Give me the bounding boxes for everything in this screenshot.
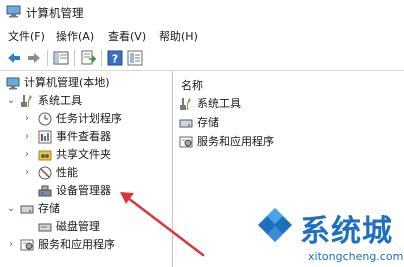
services-icon <box>20 239 34 251</box>
toolbar-separator <box>101 50 102 66</box>
chevron-right-icon[interactable]: › <box>6 236 16 254</box>
watermark-url: xitongcheng.com <box>308 250 404 263</box>
list-item-label: 服务和应用程序 <box>197 135 274 148</box>
title-bar: 计算机管理 <box>0 0 404 24</box>
watermark-text: 系统城 <box>300 214 393 249</box>
column-header-name[interactable]: 名称 <box>181 77 203 93</box>
chevron-right-icon[interactable]: › <box>22 164 32 182</box>
forward-arrow-icon[interactable] <box>26 50 42 66</box>
tree-item-label: 性能 <box>56 166 78 179</box>
menu-bar: 文件(F) 操作(A) 查看(V) 帮助(H) <box>0 24 404 46</box>
tree-item-services-and-applications[interactable]: › 服务和应用程序 <box>4 236 168 254</box>
computer-management-icon <box>6 5 21 18</box>
watermark-logo-icon <box>254 204 296 246</box>
back-arrow-icon[interactable] <box>6 50 22 66</box>
toolbar-separator <box>47 50 48 66</box>
tree-item-system-tools[interactable]: ⌄ 系统工具 <box>4 92 168 110</box>
menu-help[interactable]: 帮助(H) <box>159 28 198 44</box>
tree-item-disk-management[interactable]: 磁盘管理 <box>4 218 168 236</box>
menu-action[interactable]: 操作(A) <box>56 28 94 44</box>
tree-item-label: 任务计划程序 <box>56 112 122 125</box>
tree-item-shared-folders[interactable]: › 共享文件夹 <box>4 146 168 164</box>
computer-management-icon <box>6 77 20 90</box>
menu-view[interactable]: 查看(V) <box>108 28 146 44</box>
tree-item-event-viewer[interactable]: › 事件查看器 <box>4 128 168 146</box>
tools-icon <box>21 95 32 107</box>
tree-item-computer-management-local[interactable]: 计算机管理(本地) <box>4 74 168 92</box>
list-item-label: 系统工具 <box>197 97 241 110</box>
disk-icon <box>38 223 52 232</box>
tree-item-device-manager[interactable]: 设备管理器 <box>4 182 168 200</box>
export-list-icon[interactable] <box>80 50 96 66</box>
tree-item-performance[interactable]: › 性能 <box>4 164 168 182</box>
tree-item-label: 存储 <box>38 202 60 215</box>
show-hide-tree-icon[interactable] <box>53 50 69 66</box>
help-icon[interactable]: ? <box>107 50 123 66</box>
tree-item-label: 磁盘管理 <box>56 220 100 233</box>
menu-file[interactable]: 文件(F) <box>8 28 45 44</box>
tree-item-label: 服务和应用程序 <box>38 238 115 251</box>
storage-icon <box>179 119 193 128</box>
storage-icon <box>20 205 34 214</box>
svg-text:?: ? <box>112 53 118 66</box>
watermark: 系统城 xitongcheng.com <box>248 200 404 267</box>
tree-item-task-scheduler[interactable]: › 任务计划程序 <box>4 110 168 128</box>
chevron-down-icon[interactable]: ⌄ <box>6 200 16 218</box>
tree-item-label: 设备管理器 <box>56 184 111 197</box>
tree-item-storage[interactable]: ⌄ 存储 <box>4 200 168 218</box>
toolbar: ? <box>0 46 404 71</box>
list-item-label: 存储 <box>197 116 219 129</box>
shared-folder-icon <box>38 150 52 161</box>
chevron-down-icon[interactable]: ⌄ <box>6 92 16 110</box>
device-manager-icon <box>38 185 52 197</box>
toolbar-separator <box>74 50 75 66</box>
performance-icon <box>38 166 52 180</box>
event-viewer-icon <box>38 130 52 144</box>
chevron-right-icon[interactable]: › <box>22 110 32 128</box>
tree-item-label: 计算机管理(本地) <box>24 76 110 89</box>
chevron-right-icon[interactable]: › <box>22 128 32 146</box>
tree-item-label: 事件查看器 <box>56 130 111 143</box>
properties-icon[interactable] <box>127 50 143 66</box>
navigation-tree: 计算机管理(本地) ⌄ 系统工具 › 任务计划程序 › 事件查看器 › 共享文件… <box>0 71 173 267</box>
tools-icon <box>180 98 191 110</box>
tree-item-label: 共享文件夹 <box>56 148 111 161</box>
tree-item-label: 系统工具 <box>38 94 82 107</box>
services-icon <box>179 136 193 148</box>
chevron-right-icon[interactable]: › <box>22 146 32 164</box>
window-title: 计算机管理 <box>26 6 84 20</box>
clock-icon <box>38 112 52 126</box>
